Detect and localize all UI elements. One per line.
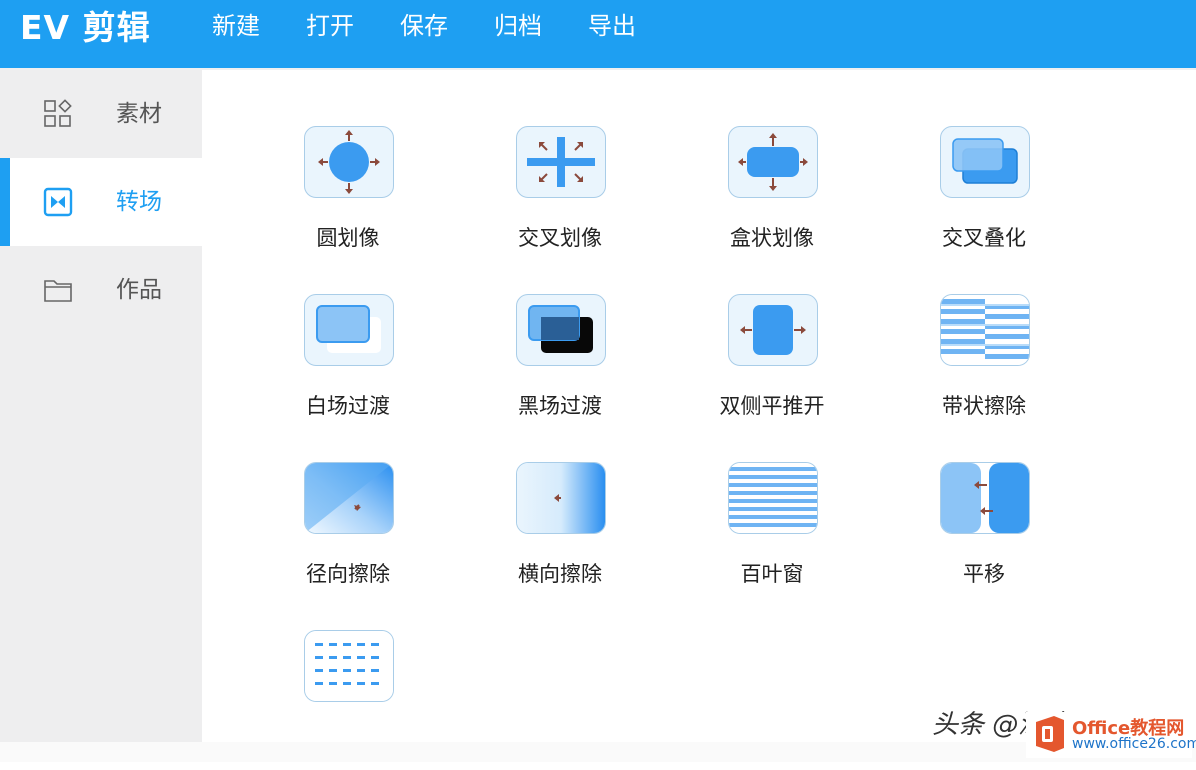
box-wipe-icon bbox=[738, 133, 808, 191]
dots-icon bbox=[305, 631, 393, 701]
transition-band-wipe[interactable]: 带状擦除 bbox=[899, 294, 1069, 434]
sidebar: 素材 转场 作品 bbox=[0, 70, 202, 742]
transition-radial-wipe[interactable]: 径向擦除 bbox=[263, 462, 433, 602]
white-fade-icon bbox=[316, 305, 381, 353]
transition-label: 双侧平推开 bbox=[719, 394, 825, 418]
transition-slide[interactable]: 平移 bbox=[899, 462, 1069, 602]
transition-label: 带状擦除 bbox=[942, 394, 1026, 418]
transition-icon bbox=[43, 187, 73, 217]
menu-export[interactable]: 导出 bbox=[588, 0, 636, 52]
thumbnail bbox=[516, 294, 606, 366]
office-logo-icon bbox=[1036, 716, 1064, 752]
transition-cross-dissolve[interactable]: 交叉叠化 bbox=[899, 126, 1069, 266]
sidebar-item-label: 转场 bbox=[116, 189, 162, 215]
transition-white-fade[interactable]: 白场过渡 bbox=[263, 294, 433, 434]
transition-label: 圆划像 bbox=[316, 226, 380, 250]
transition-black-fade[interactable]: 黑场过渡 bbox=[475, 294, 645, 434]
cross-wipe-icon bbox=[527, 137, 595, 187]
double-push-icon bbox=[740, 305, 806, 355]
transition-label: 盒状划像 bbox=[730, 226, 814, 250]
transition-label: 横向擦除 bbox=[518, 562, 602, 586]
thumbnail bbox=[940, 126, 1030, 198]
thumbnail bbox=[728, 462, 818, 534]
thumbnail bbox=[728, 126, 818, 198]
thumbnail bbox=[940, 462, 1030, 534]
thumbnail bbox=[728, 294, 818, 366]
app-logo: EV 剪辑 bbox=[20, 8, 151, 47]
sidebar-item-works[interactable]: 作品 bbox=[0, 246, 202, 334]
cross-dissolve-icon bbox=[952, 138, 1018, 184]
thumbnail bbox=[304, 630, 394, 702]
black-fade-icon bbox=[528, 305, 593, 353]
transition-box-wipe[interactable]: 盒状划像 bbox=[687, 126, 857, 266]
thumbnail bbox=[304, 294, 394, 366]
transition-blinds[interactable]: 百叶窗 bbox=[687, 462, 857, 602]
menu-open[interactable]: 打开 bbox=[306, 0, 354, 52]
transition-label: 百叶窗 bbox=[740, 562, 804, 586]
transition-label: 平移 bbox=[963, 562, 1005, 586]
menu-archive[interactable]: 归档 bbox=[494, 0, 542, 52]
thumbnail bbox=[304, 126, 394, 198]
horizontal-wipe-icon bbox=[517, 463, 605, 533]
circle-wipe-icon bbox=[318, 130, 380, 194]
menu-new[interactable]: 新建 bbox=[212, 0, 260, 52]
bottom-strip bbox=[0, 742, 1196, 762]
blinds-icon bbox=[729, 463, 817, 533]
transition-double-push[interactable]: 双侧平推开 bbox=[687, 294, 857, 434]
radial-wipe-icon bbox=[305, 463, 393, 533]
thumbnail bbox=[516, 126, 606, 198]
grid-icon bbox=[44, 99, 72, 127]
transition-label: 交叉叠化 bbox=[942, 226, 1026, 250]
app-window: EV 剪辑 新建 打开 保存 归档 导出 素材 转场 作品 圆划像 交叉划像 盒… bbox=[0, 0, 1196, 762]
watermark-badge: Office教程网 www.office26.com bbox=[1026, 712, 1196, 758]
sidebar-item-materials[interactable]: 素材 bbox=[0, 70, 202, 158]
band-wipe-icon bbox=[941, 295, 1029, 365]
sidebar-item-label: 作品 bbox=[116, 277, 162, 303]
slide-icon bbox=[941, 463, 1029, 533]
transition-label: 径向擦除 bbox=[306, 562, 390, 586]
sidebar-item-transitions[interactable]: 转场 bbox=[0, 158, 202, 246]
thumbnail bbox=[304, 462, 394, 534]
transition-label: 白场过渡 bbox=[306, 394, 390, 418]
active-indicator bbox=[0, 158, 10, 246]
top-bar: EV 剪辑 新建 打开 保存 归档 导出 bbox=[0, 0, 1196, 68]
menu-save[interactable]: 保存 bbox=[400, 0, 448, 52]
thumbnail bbox=[516, 462, 606, 534]
transition-circle-wipe[interactable]: 圆划像 bbox=[263, 126, 433, 266]
transition-horizontal-wipe[interactable]: 横向擦除 bbox=[475, 462, 645, 602]
transition-grid: 圆划像 交叉划像 盒状划像 交叉叠化 白场过渡 黑场过渡 双侧平推开 带状擦除 … bbox=[202, 70, 1196, 742]
transition-label: 交叉划像 bbox=[518, 226, 602, 250]
sidebar-item-label: 素材 bbox=[116, 101, 162, 127]
transition-cross-wipe[interactable]: 交叉划像 bbox=[475, 126, 645, 266]
folder-icon bbox=[44, 280, 72, 302]
thumbnail bbox=[940, 294, 1030, 366]
transition-label: 黑场过渡 bbox=[518, 394, 602, 418]
watermark-site-url: www.office26.com bbox=[1072, 736, 1196, 752]
